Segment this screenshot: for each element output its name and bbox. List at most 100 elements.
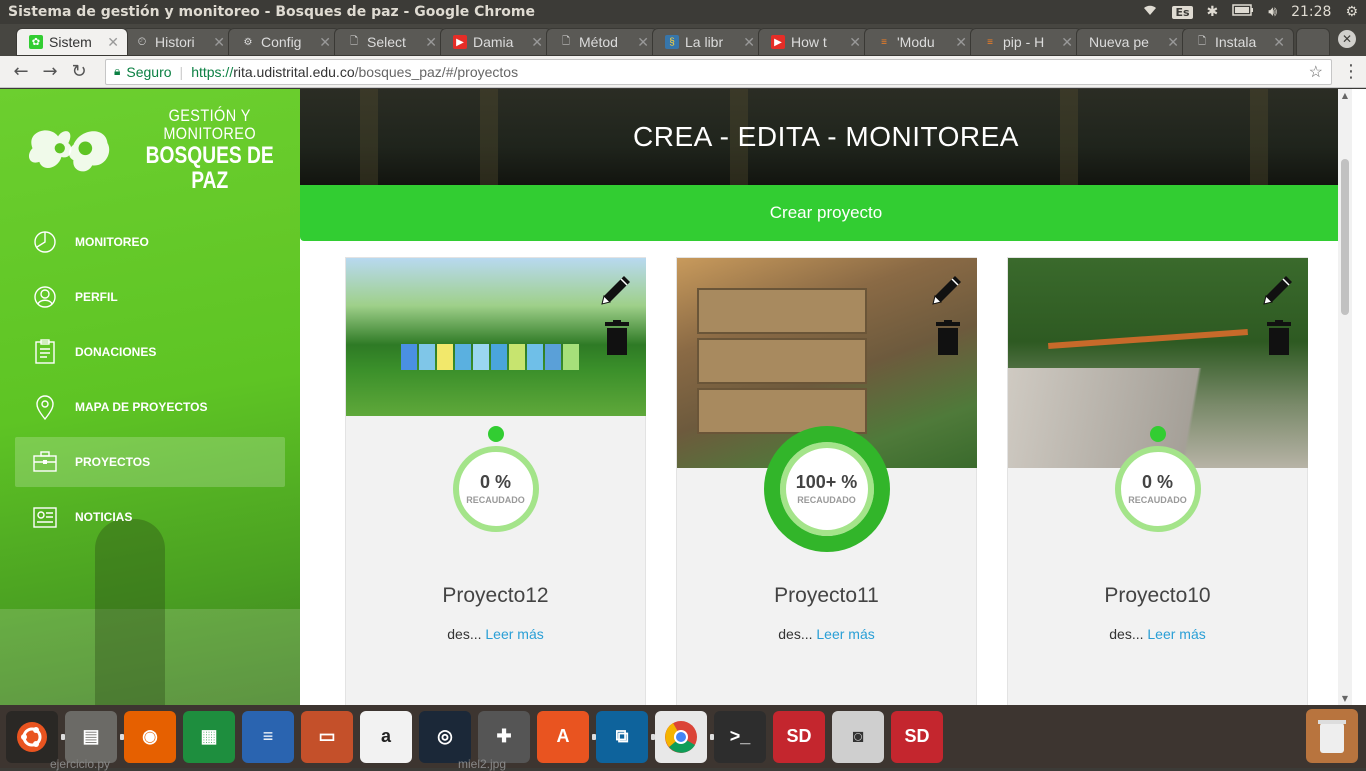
progress-percent: 100+ % [795,472,858,492]
close-tab-icon[interactable]: ✕ [955,34,967,51]
impress-icon[interactable]: ▭ [301,710,353,763]
chrome-icon[interactable] [651,710,707,763]
battery-icon[interactable] [1232,4,1254,20]
nav-item-monitoreo[interactable]: MONITOREO [15,217,285,267]
address-bar[interactable]: 🔒︎ Seguro | https:// rita.udistrital.edu… [105,58,1332,85]
ubuntu-logo-icon[interactable] [6,710,58,763]
writer-icon[interactable]: ≡ [242,710,294,763]
tab-metodo[interactable]: 🗋︎ Métod ✕ [546,28,658,56]
tab-configuracion[interactable]: ⚙ Config ✕ [228,28,340,56]
edit-pencil-icon[interactable] [596,270,636,310]
read-more-link[interactable]: Leer más [485,626,543,642]
clock[interactable]: 21:28 [1291,4,1331,20]
nav-item-noticias[interactable]: NOTICIAS [15,492,285,542]
vscode-icon[interactable]: ⧉ [592,710,648,763]
forward-arrow-icon[interactable]: → [37,59,63,85]
lock-icon[interactable]: 🔒︎ [114,64,120,79]
tab-sistema[interactable]: ✿ Sistem ✕ [16,28,128,56]
wifi-icon[interactable] [1142,4,1158,20]
close-tab-icon[interactable]: ✕ [425,34,437,51]
keyboard-layout[interactable]: Es [1172,5,1193,19]
scroll-thumb[interactable] [1341,159,1349,315]
nav-item-donaciones[interactable]: DONACIONES [15,327,285,377]
close-tab-icon[interactable]: ✕ [849,34,861,51]
bluetooth-icon[interactable]: ✱ [1207,4,1219,20]
back-arrow-icon[interactable]: ← [8,59,34,85]
logo-line-2: BOSQUES DE PAZ [145,141,274,194]
wooden-hive-illustration [697,288,867,438]
logo[interactable]: GESTIÓN Y MONITOREO BOSQUES DE PAZ [24,107,300,193]
camera-icon[interactable]: ◙ [832,710,884,763]
delete-trash-icon[interactable] [604,320,630,356]
read-more-link[interactable]: Leer más [816,626,874,642]
scroll-down-arrow-icon[interactable]: ▼ [1340,694,1350,703]
close-tab-icon[interactable]: ✕ [213,34,225,51]
url-scheme: https:// [191,63,234,80]
separator: | [179,63,184,80]
create-project-button[interactable]: Crear proyecto [300,185,1352,241]
history-icon: 🕘︎ [138,36,146,48]
sd-card-icon[interactable]: SD [773,710,825,763]
trash-icon[interactable] [1306,709,1358,763]
settings-gear-icon[interactable]: ⚙ [1345,4,1358,20]
close-tab-icon[interactable]: ✕ [743,34,755,51]
close-tab-icon[interactable]: ✕ [637,34,649,51]
project-card: 0 % RECAUDADO Proyecto12 des... Leer más [345,257,646,705]
tab-label: Nueva pe [1089,34,1149,50]
tab-how-to[interactable]: ▶ How t ✕ [758,28,870,56]
bookmark-star-icon[interactable]: ☆ [1309,62,1323,82]
url-path: /bosques_paz/#/proyectos [354,63,519,80]
nav-item-mapa-de-proyectos[interactable]: MAPA DE PROYECTOS [15,382,285,432]
reload-icon[interactable]: ↻ [66,59,92,85]
delete-trash-icon[interactable] [1266,320,1292,356]
terminal-icon[interactable]: >_ [710,710,766,763]
page-scrollbar[interactable]: ▲ ▼ [1338,89,1352,705]
tab-label: La libr [685,34,724,50]
secure-label[interactable]: Seguro [126,64,171,80]
tab-instala[interactable]: 🗋︎ Instala ✕ [1182,28,1294,56]
close-tab-icon[interactable]: ✕ [1273,34,1285,51]
delete-trash-icon[interactable] [935,320,961,356]
stackoverflow-icon: ≡ [881,36,887,48]
amazon-icon[interactable]: a [360,710,412,763]
clipboard-icon [31,338,59,366]
edit-pencil-icon[interactable] [927,270,967,310]
system-settings-icon[interactable]: ✚ [478,710,530,763]
progress-percent: 0 % [479,472,512,492]
close-tab-icon[interactable]: ✕ [107,34,119,51]
close-tab-icon[interactable]: ✕ [531,34,543,51]
tab-damia[interactable]: ▶ Damia ✕ [440,28,552,56]
scroll-up-arrow-icon[interactable]: ▲ [1340,91,1350,100]
tab-modu[interactable]: ≡ 'Modu ✕ [864,28,976,56]
description-text: des... [1109,626,1144,642]
project-image[interactable] [346,258,646,416]
edit-pencil-icon[interactable] [1258,270,1298,310]
chrome-menu-icon[interactable]: ⋮ [1342,61,1360,82]
software-center-icon[interactable]: A [537,710,589,763]
read-more-link[interactable]: Leer más [1147,626,1205,642]
nav-item-perfil[interactable]: PERFIL [15,272,285,322]
close-tab-icon[interactable]: ✕ [319,34,331,51]
tab-historial[interactable]: 🕘︎ Histori ✕ [122,28,234,56]
close-tab-icon[interactable]: ✕ [1061,34,1073,51]
steam-icon[interactable]: ◎ [419,710,471,763]
tab-select[interactable]: 🗋︎ Select ✕ [334,28,446,56]
tab-label: Sistem [49,34,92,50]
files-icon[interactable]: ▤ [61,710,117,763]
tab-la-libreria[interactable]: § La libr ✕ [652,28,764,56]
newspaper-icon [31,503,59,531]
nav-item-proyectos[interactable]: PROYECTOS [15,437,285,487]
window-close-icon[interactable]: ✕ [1338,30,1356,48]
pie-chart-icon [31,228,59,256]
firefox-icon[interactable]: ◉ [120,710,176,763]
tab-pip[interactable]: ≡ pip - H ✕ [970,28,1082,56]
volume-icon[interactable]: 🔊︎ [1268,4,1277,20]
close-tab-icon[interactable]: ✕ [1167,34,1179,51]
sd-card-icon[interactable]: SD [891,710,943,763]
project-title: Proyecto12 [442,584,549,607]
new-tab-button[interactable] [1296,28,1330,56]
desktop-file-label[interactable]: miel2.jpg [458,757,506,771]
tab-nueva-pestana[interactable]: Nueva pe ✕ [1076,28,1188,56]
spreadsheet-icon[interactable]: ▦ [183,710,235,763]
desktop-file-label[interactable]: ejercicio.py [50,757,110,771]
